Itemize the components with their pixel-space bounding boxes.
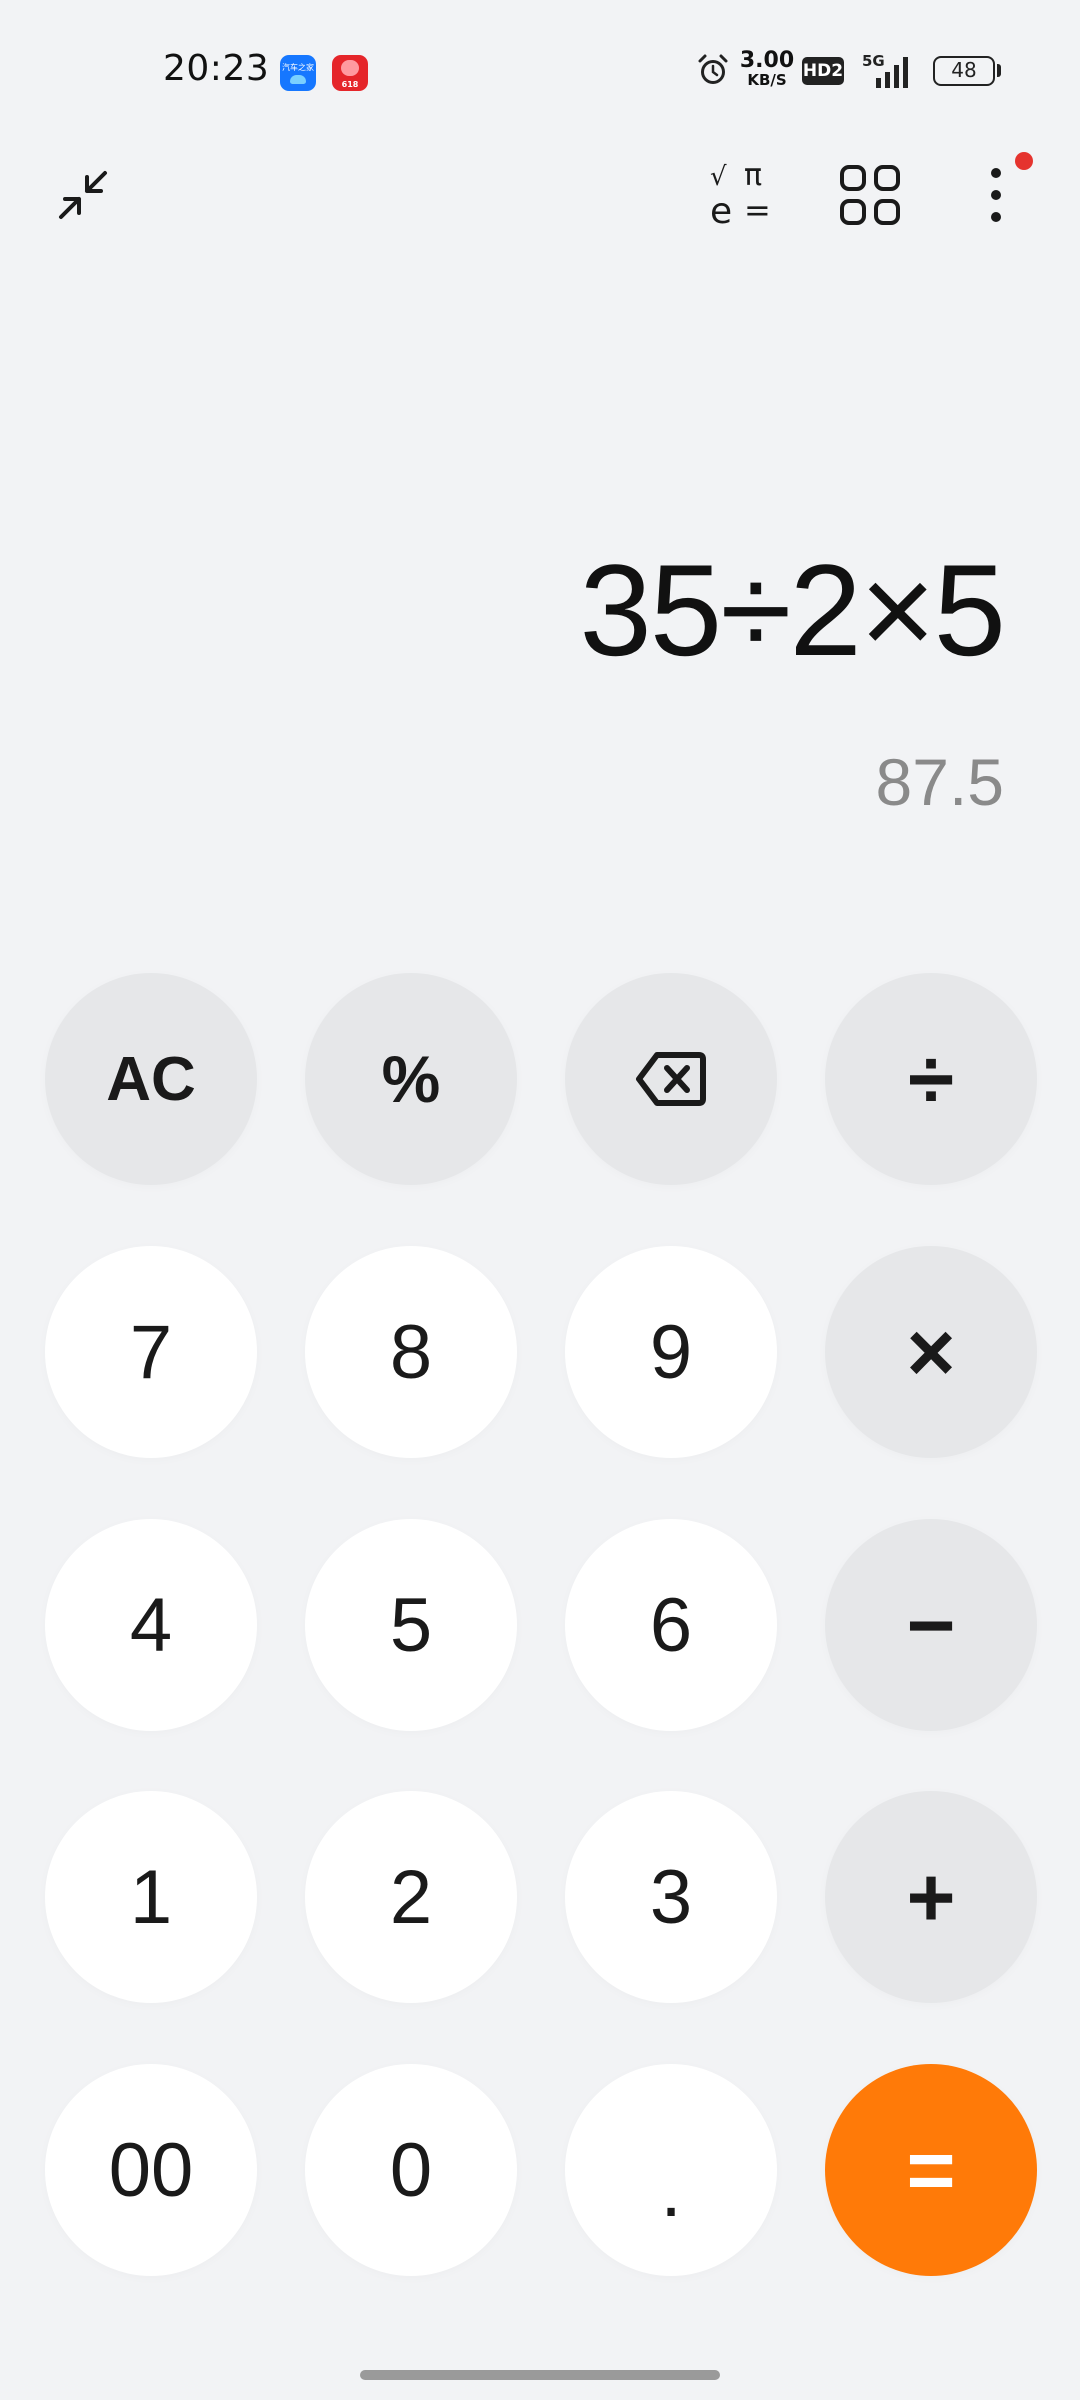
digit-4-button[interactable]: 4 <box>45 1519 257 1731</box>
minus-button[interactable]: − <box>825 1519 1037 1731</box>
digit-8-button[interactable]: 8 <box>305 1246 517 1458</box>
backspace-icon <box>636 1052 706 1106</box>
clear-button[interactable]: AC <box>45 973 257 1185</box>
plus-button[interactable]: + <box>825 1791 1037 2003</box>
digit-5-button[interactable]: 5 <box>305 1519 517 1731</box>
decimal-point-button[interactable]: . <box>565 2064 777 2276</box>
keypad: AC % ÷ 7 8 9 × 4 5 6 − 1 2 3 + 00 0 . = <box>0 0 1080 2400</box>
multiply-button[interactable]: × <box>825 1246 1037 1458</box>
digit-3-button[interactable]: 3 <box>565 1791 777 2003</box>
double-zero-button[interactable]: 00 <box>45 2064 257 2276</box>
equals-button[interactable]: = <box>825 2064 1037 2276</box>
digit-2-button[interactable]: 2 <box>305 1791 517 2003</box>
digit-1-button[interactable]: 1 <box>45 1791 257 2003</box>
digit-6-button[interactable]: 6 <box>565 1519 777 1731</box>
digit-9-button[interactable]: 9 <box>565 1246 777 1458</box>
divide-button[interactable]: ÷ <box>825 973 1037 1185</box>
percent-button[interactable]: % <box>305 973 517 1185</box>
digit-0-button[interactable]: 0 <box>305 2064 517 2276</box>
backspace-button[interactable] <box>565 973 777 1185</box>
digit-7-button[interactable]: 7 <box>45 1246 257 1458</box>
decimal-point-label: . <box>660 2147 682 2233</box>
home-gesture-bar[interactable] <box>360 2370 720 2380</box>
